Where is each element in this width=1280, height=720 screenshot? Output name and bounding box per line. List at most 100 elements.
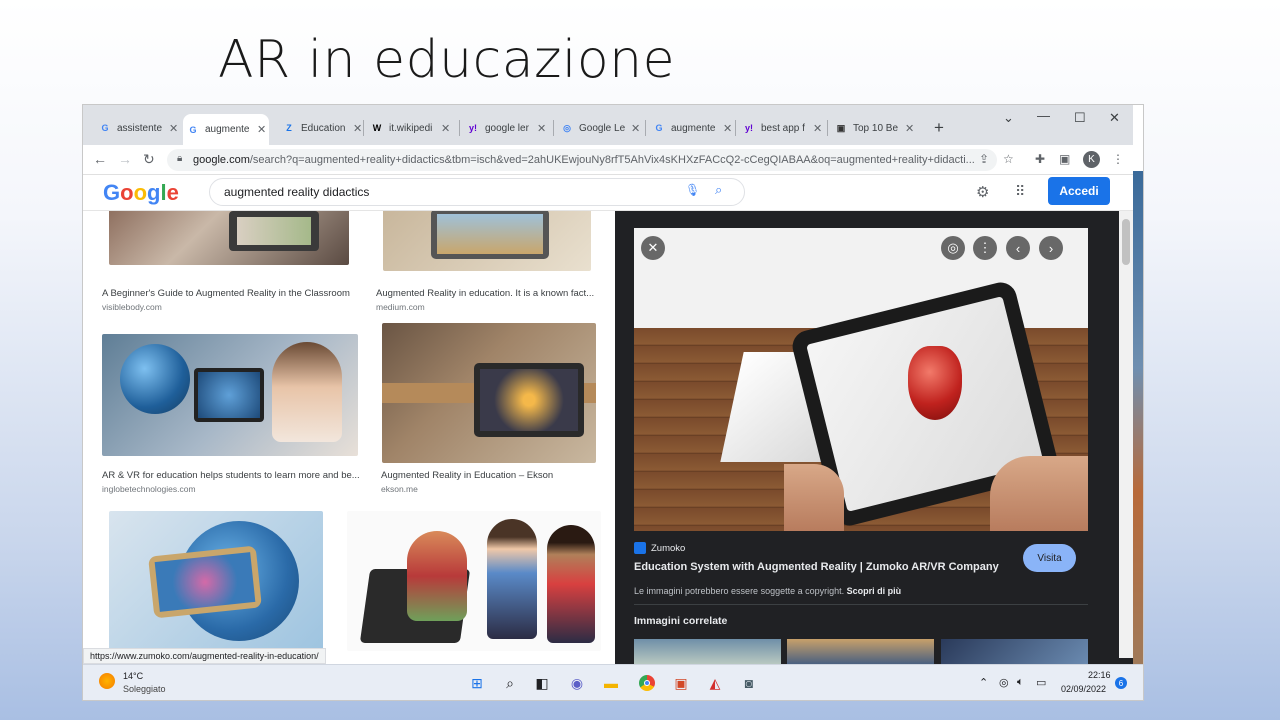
more-options-icon[interactable]: ⋮ xyxy=(973,236,997,260)
preview-title[interactable]: Education System with Augmented Reality … xyxy=(634,561,999,573)
related-image[interactable] xyxy=(634,639,781,664)
search-query: augmented reality didactics xyxy=(224,185,370,199)
result-thumbnail[interactable] xyxy=(382,323,596,463)
tab-favicon-icon: ◎ xyxy=(563,122,571,133)
sun-icon[interactable] xyxy=(99,673,115,689)
preview-site[interactable]: Zumoko xyxy=(634,542,685,554)
new-tab-button[interactable]: + xyxy=(934,118,944,138)
copyright-text: Le immagini potrebbero essere soggette a… xyxy=(634,586,845,596)
search-icon[interactable]: ⌕ xyxy=(715,182,722,198)
gear-icon[interactable]: ⚙ xyxy=(976,183,989,201)
powerpoint-icon[interactable]: ▣ xyxy=(671,673,691,693)
learn-more-link[interactable]: Scopri di più xyxy=(847,586,902,596)
related-image[interactable] xyxy=(941,639,1088,664)
extensions-icon[interactable]: ✚ xyxy=(1035,152,1045,166)
tab-favicon-icon: ▣ xyxy=(836,122,846,133)
tab-6[interactable]: ◎ Google Le ✕ xyxy=(557,117,643,139)
clock-time[interactable]: 22:16 xyxy=(1088,670,1111,680)
maximize-icon[interactable]: ☐ xyxy=(1074,110,1086,126)
clock-date[interactable]: 02/09/2022 xyxy=(1061,684,1106,694)
address-bar[interactable]: 🔒︎ google.com/search?q=augmented+reality… xyxy=(167,149,997,171)
chrome-icon[interactable] xyxy=(637,673,657,693)
forward-icon[interactable]: → xyxy=(118,151,132,167)
share-icon[interactable]: ⇪ xyxy=(979,152,989,166)
tab-3[interactable]: Z Education ✕ xyxy=(279,117,365,139)
tab-close-icon[interactable]: ✕ xyxy=(353,122,362,135)
scrollbar-thumb[interactable] xyxy=(1122,219,1130,265)
microphone-icon[interactable]: 🎙︎ xyxy=(685,183,700,197)
result-thumbnail[interactable] xyxy=(102,334,358,456)
tab-close-icon[interactable]: ✕ xyxy=(169,122,178,135)
visit-button[interactable]: Visita xyxy=(1023,544,1076,572)
tab-7[interactable]: Gaugmente ✕ xyxy=(649,117,735,139)
tab-close-icon[interactable]: ✕ xyxy=(905,122,914,135)
related-image[interactable] xyxy=(787,639,934,664)
chevron-down-icon[interactable]: ⌄ xyxy=(1003,110,1014,126)
result-caption[interactable]: Augmented Reality in Education – Ekson xyxy=(381,470,606,481)
volume-icon[interactable]: 🔈︎ xyxy=(1017,676,1024,689)
next-icon[interactable]: › xyxy=(1039,236,1063,260)
lens-icon[interactable]: ◎ xyxy=(941,236,965,260)
chevron-up-icon[interactable]: ⌃ xyxy=(979,676,988,689)
tab-label: augmente xyxy=(205,124,250,135)
tab-8[interactable]: y! best app f ✕ xyxy=(739,117,825,139)
tab-separator xyxy=(827,120,828,136)
close-icon[interactable]: ✕ xyxy=(641,236,665,260)
google-header: Google augmented reality didactics 🎙︎ ⌕ … xyxy=(83,175,1133,211)
result-source: visiblebody.com xyxy=(102,302,162,312)
scrollbar[interactable] xyxy=(1119,211,1133,658)
result-caption[interactable]: A Beginner's Guide to Augmented Reality … xyxy=(102,288,362,299)
tab-favicon-icon: G xyxy=(189,124,197,135)
tab-9[interactable]: ▣ Top 10 Be ✕ xyxy=(831,117,917,139)
tab-close-icon[interactable]: ✕ xyxy=(723,122,732,135)
tab-2[interactable]: Gaugmente ✕ xyxy=(183,114,269,145)
tab-close-icon[interactable]: ✕ xyxy=(537,122,546,135)
minimize-icon[interactable]: — xyxy=(1037,108,1050,123)
tab-label: Education xyxy=(301,122,346,134)
task-view-icon[interactable]: ◧ xyxy=(532,673,552,693)
tab-label: best app f xyxy=(761,122,805,134)
acrobat-icon[interactable]: ◭ xyxy=(705,673,725,693)
reload-icon[interactable]: ↻ xyxy=(143,151,155,168)
tab-4[interactable]: Wit.wikipedi ✕ xyxy=(367,117,453,139)
result-thumbnail[interactable] xyxy=(347,511,601,651)
result-thumbnail[interactable] xyxy=(109,511,323,651)
lock-icon: 🔒︎ xyxy=(177,153,183,164)
preview-image[interactable] xyxy=(634,228,1088,531)
result-caption[interactable]: AR & VR for education helps students to … xyxy=(102,470,362,481)
weather-temperature[interactable]: 14°C xyxy=(123,671,143,681)
copyright-notice: Le immagini potrebbero essere soggette a… xyxy=(634,586,901,596)
profile-avatar[interactable]: K xyxy=(1083,151,1100,168)
result-thumbnail[interactable] xyxy=(109,211,349,265)
signin-button[interactable]: Accedi xyxy=(1048,177,1110,205)
notification-badge[interactable]: 6 xyxy=(1115,677,1127,689)
battery-icon[interactable]: ▭ xyxy=(1036,676,1046,689)
tab-close-icon[interactable]: ✕ xyxy=(441,122,450,135)
bookmark-star-icon[interactable]: ☆ xyxy=(1003,152,1014,166)
back-icon[interactable]: ← xyxy=(93,151,107,167)
result-caption[interactable]: Augmented Reality in education. It is a … xyxy=(376,288,601,299)
search-input[interactable]: augmented reality didactics xyxy=(209,178,745,206)
tab-close-icon[interactable]: ✕ xyxy=(813,122,822,135)
search-icon[interactable]: ⌕ xyxy=(500,673,520,693)
side-panel-icon[interactable]: ▣ xyxy=(1059,152,1070,166)
weather-description[interactable]: Soleggiato xyxy=(123,684,166,694)
google-logo[interactable]: Google xyxy=(103,180,179,206)
apps-grid-icon[interactable]: ⠿ xyxy=(1015,183,1025,200)
language-icon[interactable]: ◎ xyxy=(999,676,1009,689)
windows-start-icon[interactable]: ⊞ xyxy=(467,673,487,693)
result-thumbnail[interactable] xyxy=(383,211,591,271)
tab-separator xyxy=(645,120,646,136)
camera-icon[interactable]: ◙ xyxy=(739,673,759,693)
chat-icon[interactable]: ◉ xyxy=(567,673,587,693)
tab-1[interactable]: Gassistente ✕ xyxy=(95,117,181,139)
tab-close-icon[interactable]: ✕ xyxy=(257,123,266,136)
tab-5[interactable]: y! google ler ✕ xyxy=(463,117,549,139)
menu-icon[interactable]: ⋮ xyxy=(1112,152,1124,166)
previous-icon[interactable]: ‹ xyxy=(1006,236,1030,260)
close-window-icon[interactable]: ✕ xyxy=(1109,110,1120,126)
tab-favicon-icon: G xyxy=(101,123,109,133)
desktop-background-strip xyxy=(1133,171,1143,664)
file-explorer-icon[interactable]: ▬ xyxy=(601,673,621,693)
tab-close-icon[interactable]: ✕ xyxy=(631,122,640,135)
